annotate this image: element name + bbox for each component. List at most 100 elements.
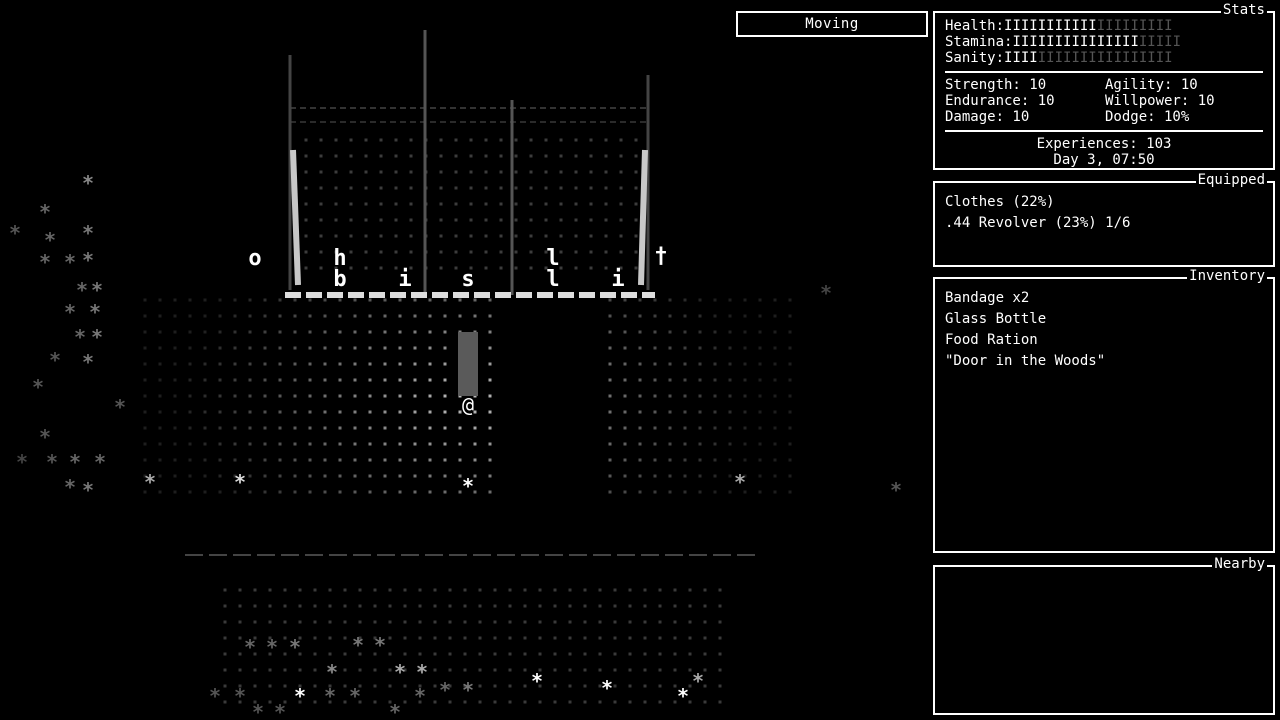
inventory-panel-title: Inventory (1187, 268, 1267, 284)
game-map[interactable]: *** * ** * ** ** ** ** ***** * * ** * * * * * *** * * * ** * **… (0, 0, 930, 720)
tree-glyph: * (294, 684, 306, 708)
divider (945, 130, 1263, 132)
tree-glyph: * (49, 348, 61, 372)
equipped-panel-title: Equipped (1195, 172, 1267, 188)
tree-glyph: * (74, 325, 86, 349)
tree-glyph: * (69, 450, 81, 474)
tree-glyph: * (234, 684, 246, 708)
tree-glyph: * (39, 425, 51, 449)
tree-glyph: * (531, 669, 543, 693)
map-glyph-o: o (248, 246, 261, 271)
tree-glyph: * (46, 450, 58, 474)
tree-glyph: * (289, 635, 301, 659)
equipped-item[interactable]: .44 Revolver (23%) 1/6 (945, 213, 1263, 234)
map-glyph-s: s (461, 267, 474, 292)
tree-glyph: * (416, 660, 428, 684)
tree-glyph: * (677, 684, 689, 708)
inventory-item[interactable]: Food Ration (945, 330, 1263, 351)
tree-glyph: * (82, 478, 94, 502)
map-glyph-b: b (333, 267, 346, 292)
attribute-willpower: Willpower: 10 (1105, 93, 1215, 109)
attribute-grid: Strength: 10 Agility: 10 Endurance: 10 W… (945, 77, 1263, 125)
tree-glyph: * (91, 278, 103, 302)
map-glyph-i: i (398, 267, 411, 292)
tree-glyph: * (462, 474, 474, 498)
vital-bars: Health: IIIIIIIIIII IIIIIIIII Stamina: IIIII… (945, 18, 1263, 66)
tree-glyph: * (82, 171, 94, 195)
vital-bar-empty: IIIIIIIII (1096, 18, 1173, 34)
map-glyph-cross: † (654, 244, 667, 269)
inventory-panel: Inventory Bandage x2 Glass Bottle Food R… (933, 268, 1275, 553)
floor-tiles (143, 138, 792, 704)
vital-bar-label: Health: (945, 18, 1005, 34)
player-glyph: @ (462, 393, 474, 417)
stats-panel: Stats Health: IIIIIIIIIII IIIIIIIII Stamina… (933, 2, 1275, 170)
tree-glyph: * (76, 278, 88, 302)
tree-glyph: * (64, 250, 76, 274)
tree-glyph: * (389, 700, 401, 720)
tree-glyph: * (82, 248, 94, 272)
tree-glyph: * (692, 669, 704, 693)
tree-glyph: * (16, 450, 28, 474)
tree-glyph: * (462, 678, 474, 702)
tree-glyph: * (114, 395, 126, 419)
tree-glyph: * (82, 221, 94, 245)
tree-glyph: * (82, 350, 94, 374)
game-time-label: Day 3, 07:50 (1053, 152, 1155, 168)
attribute-strength: Strength: 10 (945, 77, 1047, 93)
tree-glyph: * (324, 684, 336, 708)
nearby-panel-title: Nearby (1212, 556, 1267, 572)
tree-glyph: * (209, 684, 221, 708)
tree-glyph: * (374, 633, 386, 657)
tree-glyph: * (394, 660, 406, 684)
vital-bar-fill: IIIIIIIIIIIIIII (1012, 34, 1139, 50)
vital-bar-empty: IIIIIIIIIIIIIIII (1037, 50, 1173, 66)
nearby-panel: Nearby (933, 556, 1275, 715)
tree-glyph: * (94, 450, 106, 474)
vital-bar-health: Health: IIIIIIIIIII IIIIIIIII (945, 18, 1263, 34)
map-glyph-l: l (546, 267, 559, 292)
tree-glyph: * (64, 300, 76, 324)
tree-glyph: * (252, 700, 264, 720)
tree-glyph: * (144, 470, 156, 494)
tree-glyph: * (91, 325, 103, 349)
tree-glyph: * (820, 281, 832, 305)
tree-glyph: * (266, 635, 278, 659)
experiences-label: Experiences: 103 (1036, 136, 1172, 152)
tree-glyph: * (44, 228, 56, 252)
mode-indicator: Moving (736, 11, 928, 37)
attribute-damage: Damage: 10 (945, 109, 1030, 125)
tree-glyph: * (890, 478, 902, 502)
attribute-dodge: Dodge: 10% (1105, 109, 1190, 125)
tree-glyph: * (64, 475, 76, 499)
map-glyph-i: i (611, 267, 624, 292)
tree-glyph: * (39, 250, 51, 274)
tree-glyph: * (601, 676, 613, 700)
vital-bar-fill: IIII (1004, 50, 1038, 66)
vital-bar-label: Stamina: (945, 34, 1013, 50)
tree-glyph: * (9, 221, 21, 245)
divider (945, 71, 1263, 73)
tree-glyph: * (234, 470, 246, 494)
tree-glyph: * (349, 684, 361, 708)
vital-bar-fill: IIIIIIIIIII (1004, 18, 1097, 34)
tree-glyph: * (734, 470, 746, 494)
inventory-item[interactable]: "Door in the Woods" (945, 351, 1263, 372)
attribute-agility: Agility: 10 (1105, 77, 1198, 93)
tree-glyph: * (439, 678, 451, 702)
tree-glyph: * (39, 200, 51, 224)
equipped-panel: Equipped Clothes (22%) .44 Revolver (23%… (933, 172, 1275, 267)
vital-bar-empty: IIIII (1138, 34, 1182, 50)
tree-glyph: * (414, 684, 426, 708)
vital-bar-label: Sanity: (945, 50, 1005, 66)
tree-glyph: * (32, 375, 44, 399)
inventory-item[interactable]: Glass Bottle (945, 309, 1263, 330)
equipped-item[interactable]: Clothes (22%) (945, 192, 1263, 213)
attribute-endurance: Endurance: 10 (945, 93, 1055, 109)
inventory-item[interactable]: Bandage x2 (945, 288, 1263, 309)
tree-glyph: * (326, 660, 338, 684)
vital-bar-sanity: Sanity: IIII IIIIIIIIIIIIIIII (945, 50, 1263, 66)
tree-glyph: * (274, 700, 286, 720)
tree-glyph: * (352, 633, 364, 657)
vital-bar-stamina: Stamina: IIIIIIIIIIIIIII IIIII (945, 34, 1263, 50)
